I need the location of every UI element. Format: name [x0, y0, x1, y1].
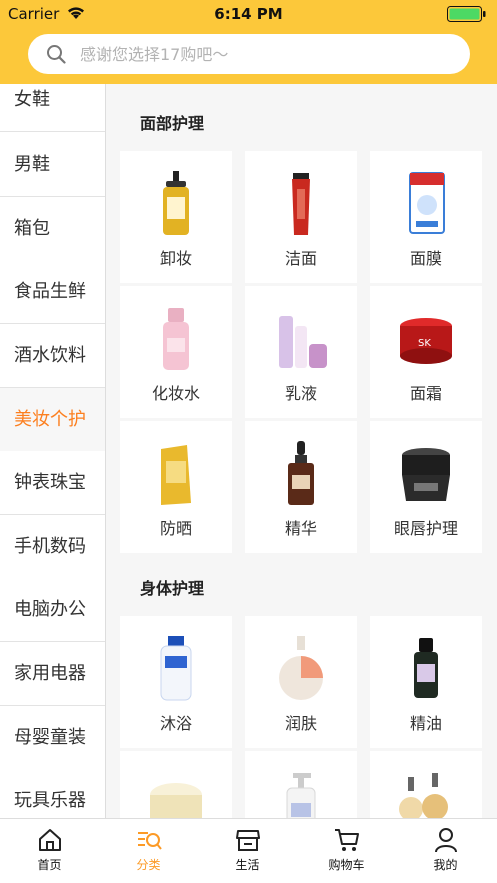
tab-category[interactable]: 分类: [99, 819, 198, 883]
category-content: 面部护理 卸妆 洁面 面膜 化妆水 乳液 SK 面霜 防晒 精华 眼唇护理 身体…: [106, 84, 497, 818]
tab-cart[interactable]: 购物车: [297, 819, 396, 883]
product-label: 面膜: [409, 249, 442, 268]
sidebar-item-fresh-food[interactable]: 食品生鲜: [0, 260, 105, 324]
sidebar-item-label: 玩具乐器: [14, 790, 86, 811]
face-mask-pack-icon: [409, 172, 445, 234]
svg-text:SK: SK: [418, 338, 431, 349]
sidebar-item-beauty[interactable]: 美妆个护: [0, 388, 105, 452]
product-cell-face-wash[interactable]: 洁面: [245, 151, 357, 283]
sidebar-item-label: 美妆个护: [14, 409, 86, 430]
home-icon: [39, 829, 61, 851]
clock-time: 6:14 PM: [214, 5, 283, 23]
product-cell-face-mask[interactable]: 面膜: [370, 151, 482, 283]
lotion-set-icon: [279, 316, 327, 368]
status-bar: Carrier 6:14 PM: [0, 0, 497, 28]
product-cell-toner[interactable]: 化妆水: [120, 286, 232, 418]
sidebar-item-watches-jewelry[interactable]: 钟表珠宝: [0, 451, 105, 515]
pump-bottle-icon: [286, 773, 316, 818]
tab-label: 我的: [433, 858, 458, 872]
shop-icon: [236, 830, 260, 851]
sidebar-item-label: 男鞋: [14, 154, 50, 175]
sidebar-item-men-shoes[interactable]: 男鞋: [0, 133, 105, 197]
product-cell-sunscreen[interactable]: 防晒: [120, 421, 232, 553]
tab-label: 购物车: [328, 858, 365, 872]
body-lotion-bottle-icon: [279, 636, 323, 700]
serum-dropper-bottle-icon: [288, 441, 314, 505]
product-label: 润肤: [284, 714, 317, 733]
product-cell-serum[interactable]: 精华: [245, 421, 357, 553]
cleansing-oil-bottle-icon: [163, 171, 189, 235]
sunscreen-bottle-icon: [161, 445, 191, 505]
product-cell-body-moisturizer[interactable]: 润肤: [245, 616, 357, 748]
sidebar-item-drinks[interactable]: 酒水饮料: [0, 324, 105, 388]
sidebar-item-label: 手机数码: [14, 536, 86, 557]
face-wash-tube-icon: [292, 173, 310, 235]
search-input[interactable]: [80, 42, 450, 66]
section-title-body-care: 身体护理: [140, 579, 205, 598]
sidebar-item-label: 箱包: [14, 218, 50, 239]
section-title-face-care: 面部护理: [140, 114, 205, 133]
user-icon: [435, 828, 457, 853]
product-label: 沐浴: [159, 714, 192, 733]
sidebar-item-phones-digital[interactable]: 手机数码: [0, 515, 105, 579]
product-label: 化妆水: [151, 384, 200, 403]
toner-bottle-icon: [163, 308, 189, 370]
product-cell-pump-lotion[interactable]: [245, 751, 357, 818]
tab-label: 生活: [235, 858, 260, 872]
sidebar-item-computers-office[interactable]: 电脑办公: [0, 578, 105, 642]
sidebar-item-label: 母婴童装: [14, 727, 86, 748]
eye-cream-jar-icon: [402, 448, 450, 501]
sidebar-item-label: 电脑办公: [14, 599, 86, 620]
search-box[interactable]: [28, 34, 470, 74]
category-sidebar: 女鞋 男鞋 箱包 食品生鲜 酒水饮料 美妆个护 钟表珠宝 手机数码 电脑办公 家…: [0, 84, 106, 818]
tab-label: 分类: [136, 858, 161, 872]
product-cell-makeup-remover[interactable]: 卸妆: [120, 151, 232, 283]
product-cell-face-cream[interactable]: SK 面霜: [370, 286, 482, 418]
sidebar-item-label: 家用电器: [14, 663, 86, 684]
search-header: [0, 28, 497, 84]
sidebar-item-baby-kids[interactable]: 母婴童装: [0, 706, 105, 770]
product-label: 精油: [409, 714, 442, 733]
body-wash-bottle-icon: [160, 636, 192, 701]
product-cell-lotion[interactable]: 乳液: [245, 286, 357, 418]
product-label: 卸妆: [159, 249, 192, 268]
sidebar-item-label: 食品生鲜: [14, 281, 86, 302]
sidebar-item-toys-instruments[interactable]: 玩具乐器: [0, 769, 105, 818]
sidebar-item-bags[interactable]: 箱包: [0, 197, 105, 261]
sidebar-item-home-appliances[interactable]: 家用电器: [0, 642, 105, 706]
product-label: 防晒: [159, 519, 192, 538]
tab-home[interactable]: 首页: [0, 819, 99, 883]
product-label: 洁面: [284, 249, 317, 268]
product-label: 面霜: [409, 384, 442, 403]
tab-mine[interactable]: 我的: [396, 819, 495, 883]
sidebar-item-label: 女鞋: [14, 89, 50, 110]
category-search-icon: [138, 832, 162, 850]
tab-label: 首页: [37, 858, 62, 872]
product-cell-eye-lip-care[interactable]: 眼唇护理: [370, 421, 482, 553]
perfume-bottles-icon: [399, 773, 448, 818]
tab-life[interactable]: 生活: [198, 819, 297, 883]
product-label: 眼唇护理: [393, 519, 458, 538]
body-cream-jar-icon: [150, 783, 202, 818]
cream-jar-icon: SK: [400, 318, 452, 364]
battery-icon: [447, 6, 487, 22]
product-cell-body-cream[interactable]: [120, 751, 232, 818]
bottom-tab-bar: 首页 分类 生活 购物车 我的: [0, 818, 497, 883]
product-cell-essential-oil[interactable]: 精油: [370, 616, 482, 748]
sidebar-item-label: 钟表珠宝: [14, 472, 86, 493]
cart-icon: [335, 829, 359, 851]
product-cell-body-wash[interactable]: 沐浴: [120, 616, 232, 748]
sidebar-item-label: 酒水饮料: [14, 345, 86, 366]
product-label: 乳液: [284, 384, 317, 403]
sidebar-item-women-shoes[interactable]: 女鞋: [0, 84, 105, 132]
product-label: 精华: [284, 519, 317, 538]
search-icon: [46, 44, 66, 68]
essential-oil-bottle-icon: [414, 638, 438, 698]
product-cell-perfume-set[interactable]: [370, 751, 482, 818]
